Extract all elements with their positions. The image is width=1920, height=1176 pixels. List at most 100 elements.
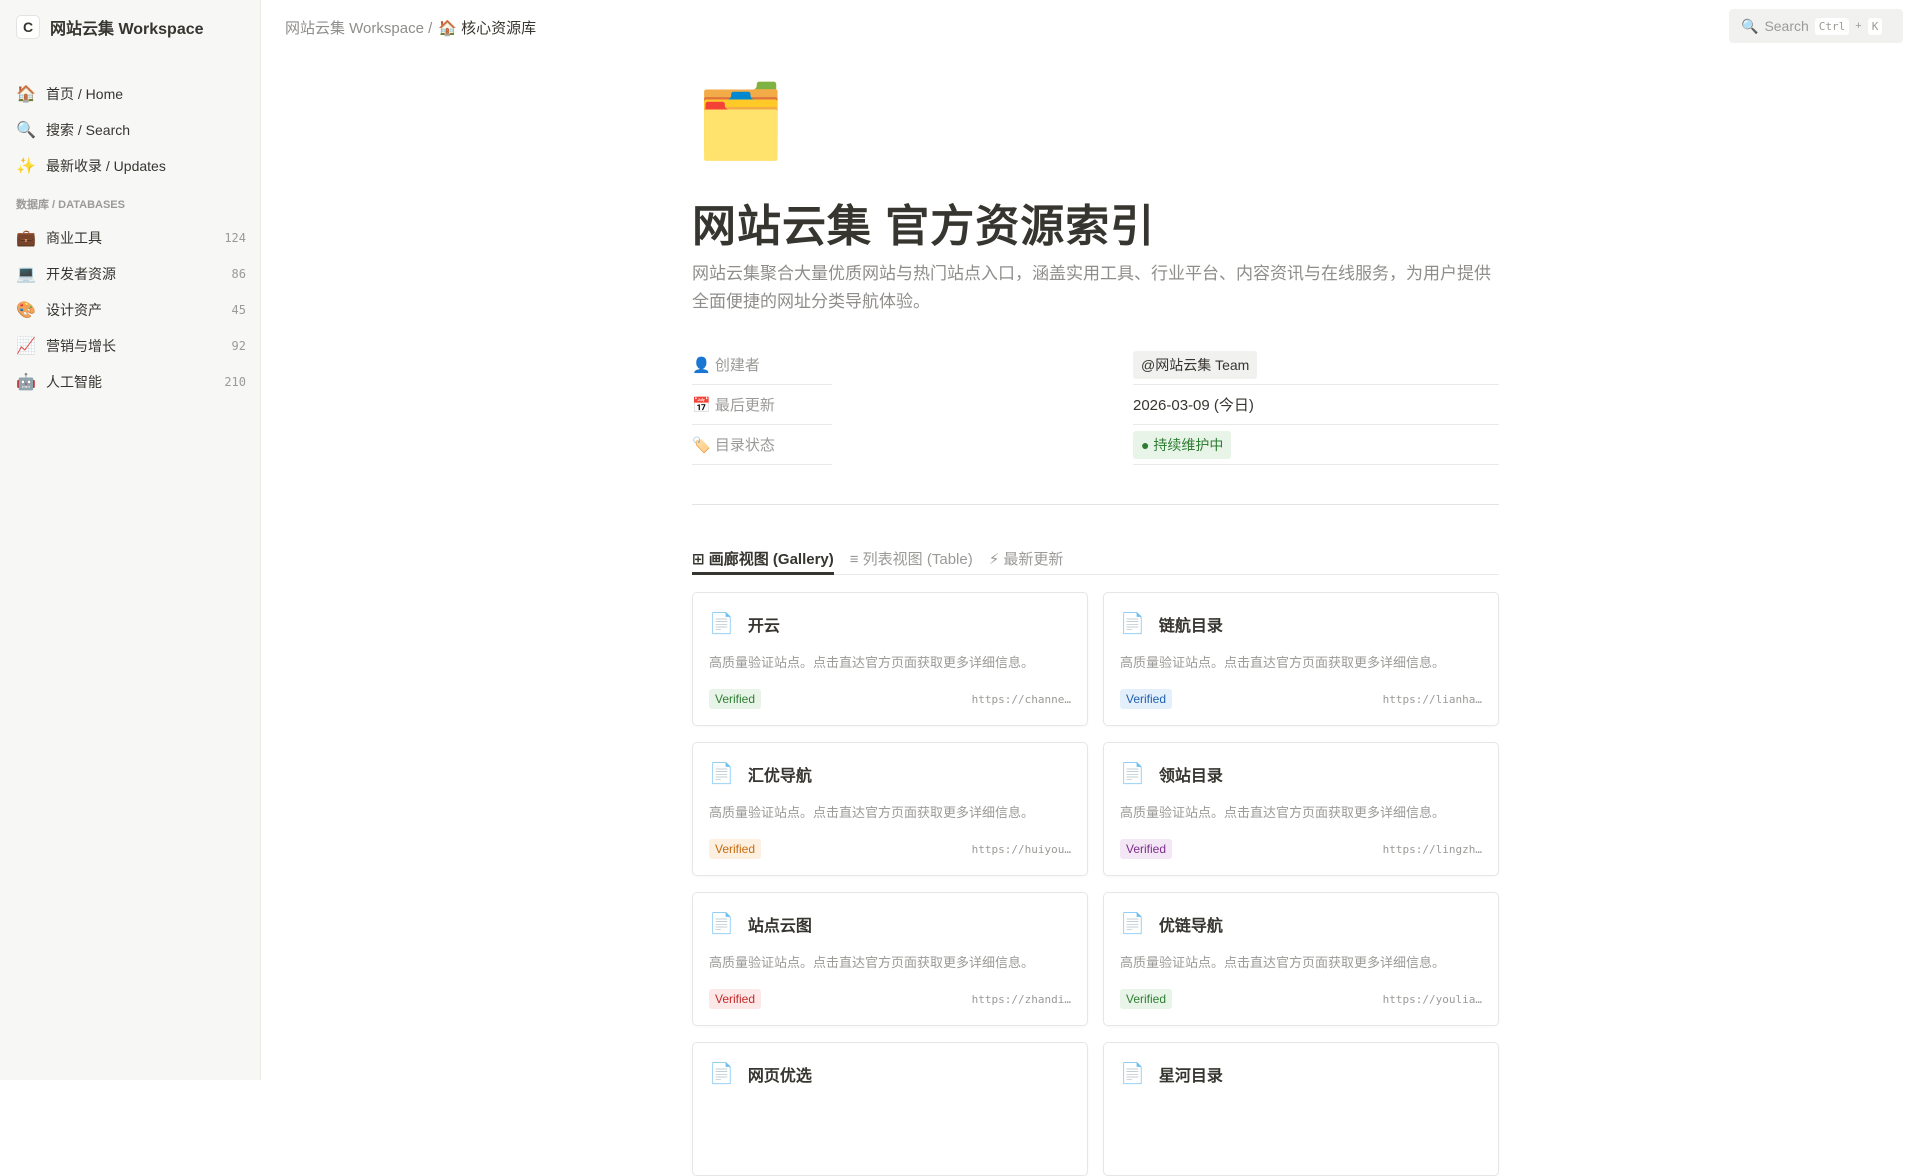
card-title: 领站目录 bbox=[1158, 767, 1223, 785]
card-description: 高质量验证站点。点击直达官方页面获取更多详细信息。 bbox=[709, 805, 1035, 820]
verified-badge: Verified bbox=[709, 689, 762, 709]
property-value-text: 2026-03-09 (今日) bbox=[1133, 397, 1254, 414]
property-row: 🏷️ 目录状态 ● 持续维护中 bbox=[692, 425, 1499, 465]
sidebar-database-item[interactable]: 🤖 人工智能 210 bbox=[16, 364, 246, 400]
card-url[interactable]: https://lianha… bbox=[1383, 693, 1482, 706]
card-title-row: 📄 开云 bbox=[709, 611, 1071, 636]
card-url[interactable]: https://huiyou… bbox=[972, 843, 1071, 856]
breadcrumb: 网站云集 Workspace / 🏠 核心资源库 bbox=[285, 17, 536, 38]
shortcut-plus: + bbox=[1855, 20, 1862, 32]
search-label: Search bbox=[1764, 18, 1809, 34]
card-title: 网页优选 bbox=[747, 1067, 812, 1085]
property-label: 👤 创建者 bbox=[692, 345, 832, 385]
card-title-row: 📄 星河目录 bbox=[1120, 1061, 1482, 1086]
gallery-card[interactable]: 📄 汇优导航高质量验证站点。点击直达官方页面获取更多详细信息。 Verified ht… bbox=[692, 742, 1088, 876]
document-icon: 📄 bbox=[709, 613, 734, 635]
card-url[interactable]: https://zhandi… bbox=[972, 993, 1071, 1006]
gallery-card[interactable]: 📄 链航目录高质量验证站点。点击直达官方页面获取更多详细信息。 Verified ht… bbox=[1103, 592, 1499, 726]
card-description: 高质量验证站点。点击直达官方页面获取更多详细信息。 bbox=[1120, 805, 1446, 820]
nav-icon: 🏠 bbox=[16, 86, 36, 103]
card-title: 汇优导航 bbox=[747, 767, 812, 785]
sidebar-item-1[interactable]: 🔍 搜索 / Search bbox=[16, 112, 246, 148]
sidebar-database-item[interactable]: 💻 开发者资源 86 bbox=[16, 256, 246, 292]
view-tabs: ⊞ 画廊视图 (Gallery) ≡ 列表视图 (Table) ⚡ 最新更新 bbox=[692, 544, 1499, 575]
tab-2[interactable]: ⚡ 最新更新 bbox=[989, 544, 1064, 575]
card-url[interactable]: https://youlia… bbox=[1383, 993, 1482, 1006]
card-title: 站点云图 bbox=[747, 917, 812, 935]
gallery-grid: 📄 开云 高质量验证站点。点击直达官方页面获取更多详细信息。 Verified http… bbox=[692, 592, 1499, 1176]
gallery-card[interactable]: 📄 领站目录高质量验证站点。点击直达官方页面获取更多详细信息。 Verified ht… bbox=[1103, 742, 1499, 876]
page-title: 网站云集 官方资源索引 bbox=[692, 202, 1156, 251]
sidebar-database-item[interactable]: 💼 商业工具 124 bbox=[16, 220, 246, 256]
database-count: 45 bbox=[231, 303, 246, 317]
breadcrumb-current[interactable]: 🏠 核心资源库 bbox=[438, 20, 536, 37]
verified-badge: Verified bbox=[709, 839, 762, 859]
property-value[interactable]: @网站云集 Team bbox=[1133, 345, 1499, 385]
tab-0[interactable]: ⊞ 画廊视图 (Gallery) bbox=[692, 544, 834, 575]
sidebar-item-0[interactable]: 🏠 首页 / Home bbox=[16, 76, 246, 112]
property-value-text: @网站云集 Team bbox=[1133, 350, 1258, 379]
tab-1[interactable]: ≡ 列表视图 (Table) bbox=[850, 544, 973, 575]
gallery-card[interactable]: 📄 开云高质量验证站点。点击直达官方页面获取更多详细信息。 Verified http… bbox=[692, 592, 1088, 726]
card-title: 开云 bbox=[747, 617, 780, 635]
breadcrumb-root[interactable]: 网站云集 Workspace / bbox=[285, 20, 432, 37]
databases-heading: 数据库 / DATABASES bbox=[16, 199, 125, 211]
card-title-row: 📄 领站目录 bbox=[1120, 761, 1482, 786]
property-label: 🏷️ 目录状态 bbox=[692, 425, 832, 465]
card-footer: Verified https://channe… bbox=[709, 689, 1071, 709]
document-icon: 📄 bbox=[1120, 1063, 1145, 1085]
gallery-card[interactable]: 📄 网页优选 bbox=[692, 1042, 1088, 1176]
card-footer: Verified https://lingzh… bbox=[1120, 839, 1482, 859]
property-value-text: ● 持续维护中 bbox=[1133, 430, 1232, 459]
sidebar-database-item[interactable]: 🎨 设计资产 45 bbox=[16, 292, 246, 328]
card-description: 高质量验证站点。点击直达官方页面获取更多详细信息。 bbox=[709, 655, 1035, 670]
gallery-card[interactable]: 📄 站点云图高质量验证站点。点击直达官方页面获取更多详细信息。 Verified ht… bbox=[692, 892, 1088, 1026]
search-button[interactable]: 🔍 Search Ctrl + K bbox=[1729, 9, 1903, 43]
sidebar-database-item[interactable]: 📈 营销与增长 92 bbox=[16, 328, 246, 364]
card-title-row: 📄 优链导航 bbox=[1120, 911, 1482, 936]
database-count: 124 bbox=[224, 231, 246, 245]
gallery-card[interactable]: 📄 星河目录 bbox=[1103, 1042, 1499, 1176]
database-icon: 📈 bbox=[16, 338, 36, 355]
verified-badge: Verified bbox=[1120, 989, 1173, 1009]
database-label: 营销与增长 bbox=[46, 338, 116, 354]
topbar: 网站云集 Workspace / 🏠 核心资源库 🔍 Search Ctrl + … bbox=[262, 0, 1920, 52]
workspace-name: 网站云集 Workspace bbox=[50, 21, 204, 38]
nav-label: 搜索 / Search bbox=[46, 122, 131, 138]
nav-icon: 🔍 bbox=[16, 122, 36, 139]
property-value[interactable]: 2026-03-09 (今日) bbox=[1133, 385, 1499, 425]
property-row: 👤 创建者 @网站云集 Team bbox=[692, 345, 1499, 385]
card-title-row: 📄 链航目录 bbox=[1120, 611, 1482, 636]
workspace-switcher[interactable]: C 网站云集 Workspace bbox=[16, 15, 204, 39]
database-label: 商业工具 bbox=[46, 230, 102, 246]
page-description: 网站云集聚合大量优质网站与热门站点入口，涵盖实用工具、行业平台、内容资讯与在线服… bbox=[692, 264, 1491, 311]
database-label: 人工智能 bbox=[46, 374, 102, 390]
page-folder-icon[interactable]: 🗂️ bbox=[696, 86, 786, 158]
nav-icon: ✨ bbox=[16, 158, 36, 175]
card-description: 高质量验证站点。点击直达官方页面获取更多详细信息。 bbox=[709, 955, 1035, 970]
verified-badge: Verified bbox=[709, 989, 762, 1009]
nav-label: 最新收录 / Updates bbox=[46, 158, 166, 174]
card-title: 星河目录 bbox=[1158, 1067, 1223, 1085]
sidebar: C 网站云集 Workspace 🏠 首页 / Home 🔍 搜索 / Search ✨… bbox=[0, 0, 261, 1080]
document-icon: 📄 bbox=[1120, 913, 1145, 935]
card-title: 链航目录 bbox=[1158, 617, 1223, 635]
nav-label: 首页 / Home bbox=[46, 86, 124, 102]
workspace-logo: C bbox=[16, 15, 40, 39]
card-title-row: 📄 汇优导航 bbox=[709, 761, 1071, 786]
property-row: 📅 最后更新 2026-03-09 (今日) bbox=[692, 385, 1499, 425]
card-title-row: 📄 网页优选 bbox=[709, 1061, 1071, 1086]
property-value[interactable]: ● 持续维护中 bbox=[1133, 425, 1499, 465]
document-icon: 📄 bbox=[709, 913, 734, 935]
database-icon: 💻 bbox=[16, 266, 36, 283]
card-description: 高质量验证站点。点击直达官方页面获取更多详细信息。 bbox=[1120, 955, 1446, 970]
card-url[interactable]: https://lingzh… bbox=[1383, 843, 1482, 856]
verified-badge: Verified bbox=[1120, 689, 1173, 709]
database-count: 210 bbox=[224, 375, 246, 389]
sidebar-item-2[interactable]: ✨ 最新收录 / Updates bbox=[16, 148, 246, 184]
card-title-row: 📄 站点云图 bbox=[709, 911, 1071, 936]
card-description: 高质量验证站点。点击直达官方页面获取更多详细信息。 bbox=[1120, 655, 1446, 670]
gallery-card[interactable]: 📄 优链导航高质量验证站点。点击直达官方页面获取更多详细信息。 Verified ht… bbox=[1103, 892, 1499, 1026]
card-url[interactable]: https://channe… bbox=[972, 693, 1071, 706]
database-icon: 🎨 bbox=[16, 302, 36, 319]
